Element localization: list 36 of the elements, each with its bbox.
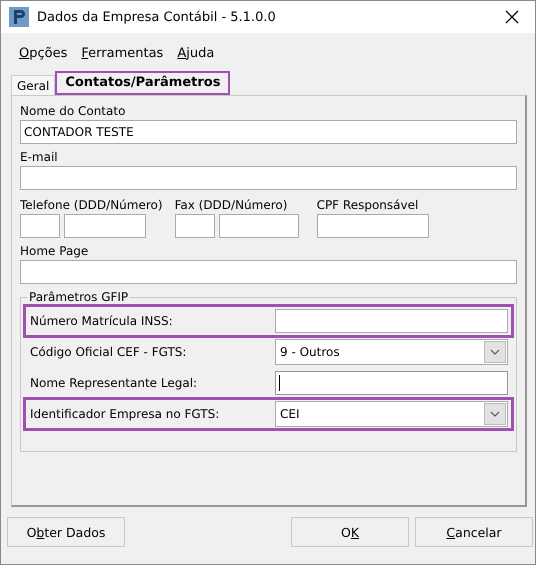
cpf-field[interactable] xyxy=(316,214,429,238)
field-label: Número Matrícula INSS: xyxy=(30,314,174,328)
area-code-field[interactable] xyxy=(20,214,60,238)
tab[interactable]: Geral xyxy=(11,75,56,95)
chevron-down-icon xyxy=(490,411,500,417)
dropdown[interactable]: 9 - Outros xyxy=(275,339,508,365)
close-icon[interactable] xyxy=(505,10,519,24)
fax-field[interactable] xyxy=(218,214,299,238)
field-label: Telefone (DDD/Número) xyxy=(20,198,163,212)
dialog-button[interactable]: Obter Dados xyxy=(7,517,125,547)
tab[interactable]: Contatos/Parâmetros xyxy=(55,71,230,95)
field-label: CPF Responsável xyxy=(316,198,420,212)
field-label: Identificador Empresa no FGTS: xyxy=(30,407,220,421)
contact-name-field[interactable]: CONTADOR TESTE xyxy=(20,120,517,144)
text-field[interactable] xyxy=(275,371,508,395)
chevron-down-icon xyxy=(490,349,500,355)
field-label: Código Oficial CEF - FGTS: xyxy=(30,345,188,359)
dialog-button[interactable]: OK xyxy=(291,517,409,547)
field-label: E-mail xyxy=(20,150,59,164)
area-code-field[interactable] xyxy=(174,214,215,238)
phone-field[interactable] xyxy=(64,214,146,238)
menu-item[interactable]: Ferramentas xyxy=(81,46,164,60)
email-field[interactable] xyxy=(20,166,517,190)
menu-item[interactable]: Opções xyxy=(19,46,68,60)
menu-item[interactable]: Ajuda xyxy=(177,46,214,60)
group-title: Parâmetros GFIP xyxy=(28,290,130,304)
app-logo-icon xyxy=(9,7,29,27)
home-page-field[interactable] xyxy=(20,260,517,284)
window-title: Dados da Empresa Contábil - 5.1.0.0 xyxy=(37,10,277,24)
text-field[interactable] xyxy=(275,309,508,333)
field-label: Nome do Contato xyxy=(20,104,126,118)
dropdown[interactable]: CEI xyxy=(275,401,508,427)
field-label: Home Page xyxy=(20,244,90,258)
field-label: Nome Representante Legal: xyxy=(30,376,198,390)
dialog-button[interactable]: Cancelar xyxy=(415,517,533,547)
field-label: Fax (DDD/Número) xyxy=(174,198,288,212)
